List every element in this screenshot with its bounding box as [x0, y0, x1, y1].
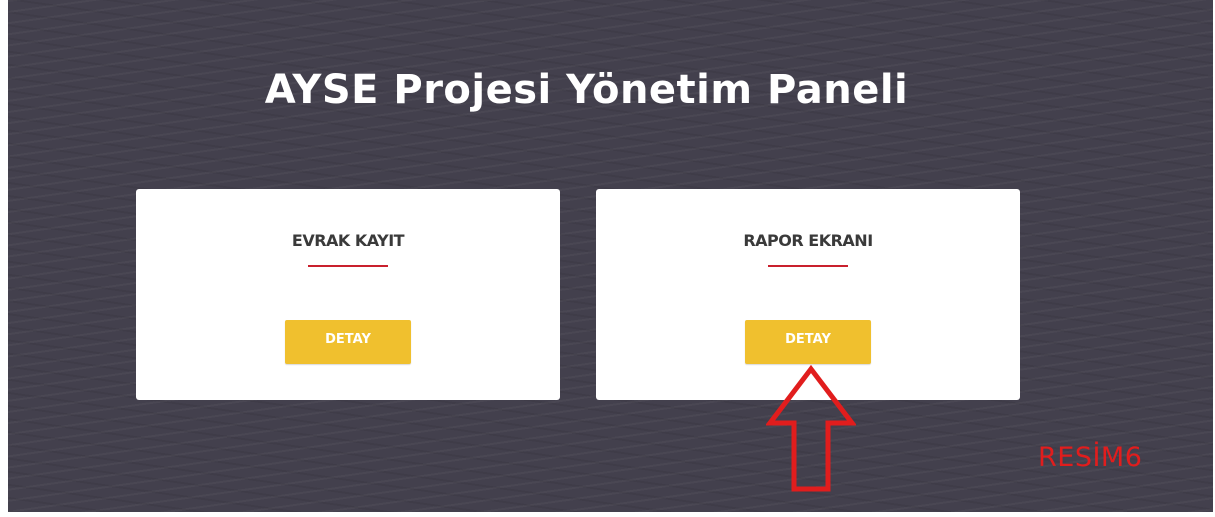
- detay-button-evrak-kayit[interactable]: DETAY: [285, 320, 411, 364]
- page-title: AYSE Projesi Yönetim Paneli: [264, 67, 909, 113]
- card-title-underline: [308, 265, 388, 267]
- up-arrow-icon: [766, 365, 856, 492]
- card-title: EVRAK KAYIT: [291, 231, 405, 250]
- annotation-label: RESİM6: [1038, 442, 1143, 473]
- detay-button-rapor-ekrani[interactable]: DETAY: [745, 320, 871, 364]
- card-title-underline: [768, 265, 848, 267]
- card-evrak-kayit: EVRAK KAYIT DETAY: [136, 189, 560, 400]
- card-title: RAPOR EKRANI: [743, 231, 873, 250]
- dashboard-background: AYSE Projesi Yönetim Paneli EVRAK KAYIT …: [8, 0, 1213, 512]
